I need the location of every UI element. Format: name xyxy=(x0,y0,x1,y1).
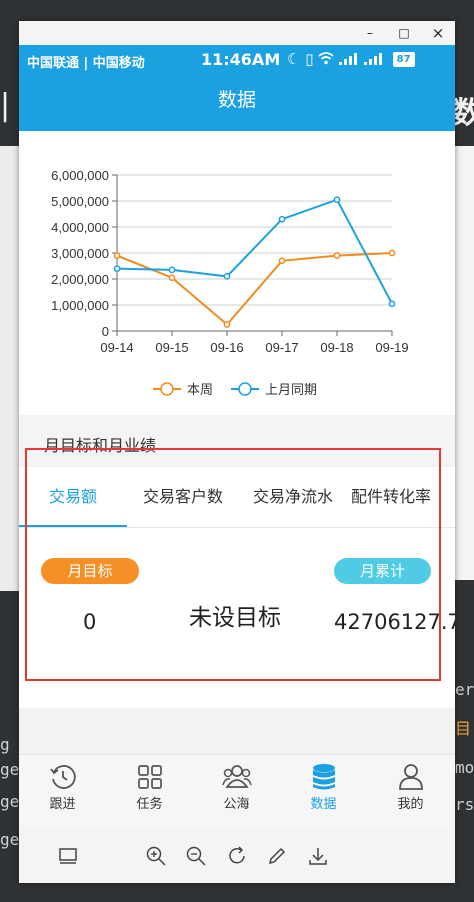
x-tick-label: 09-16 xyxy=(210,340,243,355)
nav-label: 我的 xyxy=(397,797,424,812)
window-titlebar: – □ × xyxy=(19,21,455,45)
line-chart-card: 0 1,000,000 2,000,000 3,000,000 4,000,000 5,0… xyxy=(19,131,455,415)
nav-item-public-pool[interactable]: 公海 xyxy=(193,755,280,815)
x-tick-label: 09-17 xyxy=(265,340,298,355)
nav-label: 跟进 xyxy=(49,797,76,812)
x-tick-label: 09-15 xyxy=(155,340,188,355)
data-point xyxy=(168,266,176,274)
moon-icon: ☾ xyxy=(287,50,301,68)
user-icon xyxy=(398,764,423,790)
background-code-line: ge xyxy=(0,760,20,779)
data-point xyxy=(113,265,121,272)
background-code-line: mo xyxy=(455,758,474,777)
background-code-line: rs xyxy=(455,795,474,814)
rotate-icon[interactable] xyxy=(226,845,248,867)
legend-marker xyxy=(238,382,252,396)
highlight-frame xyxy=(25,448,441,681)
y-tick-label: 4,000,000 xyxy=(51,220,109,235)
background-code-line: g xyxy=(0,735,10,754)
y-tick-label: 1,000,000 xyxy=(51,298,109,313)
status-time: 11:46AM xyxy=(201,50,281,69)
data-point xyxy=(388,249,396,257)
signal-icon xyxy=(363,50,389,68)
data-point xyxy=(333,252,341,259)
nav-item-follow-up[interactable]: 跟进 xyxy=(19,755,106,815)
nav-label: 任务 xyxy=(136,797,163,812)
y-tick-label: 2,000,000 xyxy=(51,272,109,287)
emulator-window: – □ × 中国联通 | 中国移动 11:46AM ☾ ▯ 87 数据 0 1,0… xyxy=(19,21,455,883)
background-code-line: er xyxy=(455,680,474,699)
nav-item-mine[interactable]: 我的 xyxy=(367,755,454,815)
status-icons: ☾ ▯ 87 xyxy=(287,50,415,68)
wifi-icon xyxy=(318,50,339,68)
series-line xyxy=(116,198,393,305)
background-glyph-left: | xyxy=(0,88,11,123)
x-tick-label: 09-14 xyxy=(100,340,133,355)
maximize-button[interactable]: □ xyxy=(387,21,421,45)
data-point xyxy=(388,300,396,308)
nav-item-data[interactable]: 数据 xyxy=(280,755,367,815)
data-point xyxy=(223,321,231,328)
grid-icon xyxy=(137,765,162,789)
data-point xyxy=(223,273,231,280)
y-tick-label: 5,000,000 xyxy=(51,194,109,209)
line-chart: 0 1,000,000 2,000,000 3,000,000 4,000,000 5,0… xyxy=(51,168,408,398)
clock-icon xyxy=(49,765,76,789)
y-tick-label: 6,000,000 xyxy=(51,168,109,183)
zoom-in-icon[interactable] xyxy=(145,845,167,867)
data-point xyxy=(278,257,286,265)
phone-status-bar: 中国联通 | 中国移动 11:46AM ☾ ▯ 87 xyxy=(19,45,455,75)
signal-icon xyxy=(339,50,364,68)
nav-label: 数据 xyxy=(310,797,337,812)
x-tick-label: 09-19 xyxy=(375,340,408,355)
x-tick-label: 09-18 xyxy=(320,340,353,355)
legend-label: 上月同期 xyxy=(265,383,317,398)
battery-icon: 87 xyxy=(392,52,415,67)
legend-marker xyxy=(160,382,174,396)
edit-icon[interactable] xyxy=(266,845,288,867)
close-button[interactable]: × xyxy=(421,21,455,45)
page-title: 数据 xyxy=(19,75,455,131)
y-tick-label: 3,000,000 xyxy=(51,246,109,261)
data-point xyxy=(113,252,121,259)
y-tick-label: 0 xyxy=(102,324,109,339)
vibrate-icon: ▯ xyxy=(305,50,314,68)
data-point xyxy=(168,274,176,282)
minimize-button[interactable]: – xyxy=(353,21,387,45)
background-glyph-right: 数 xyxy=(452,96,474,131)
download-icon[interactable] xyxy=(307,845,329,867)
panel-icon[interactable] xyxy=(57,845,79,867)
users-icon xyxy=(221,765,252,788)
background-code-line: ge xyxy=(0,830,20,849)
background-panel-left xyxy=(0,146,19,591)
data-point xyxy=(333,196,341,204)
carrier-label: 中国联通 | 中国移动 xyxy=(27,56,145,71)
background-panel-right xyxy=(455,146,474,580)
nav-label: 公海 xyxy=(223,797,250,812)
background-code-line: 目 xyxy=(455,719,472,738)
series-line xyxy=(116,252,393,326)
data-point xyxy=(278,215,286,223)
nav-item-tasks[interactable]: 任务 xyxy=(106,755,193,815)
background-code-line: ge xyxy=(0,792,20,811)
viewer-toolbar xyxy=(19,827,455,883)
legend-label: 本周 xyxy=(187,383,213,398)
zoom-out-icon[interactable] xyxy=(185,845,207,867)
database-icon xyxy=(312,764,335,790)
